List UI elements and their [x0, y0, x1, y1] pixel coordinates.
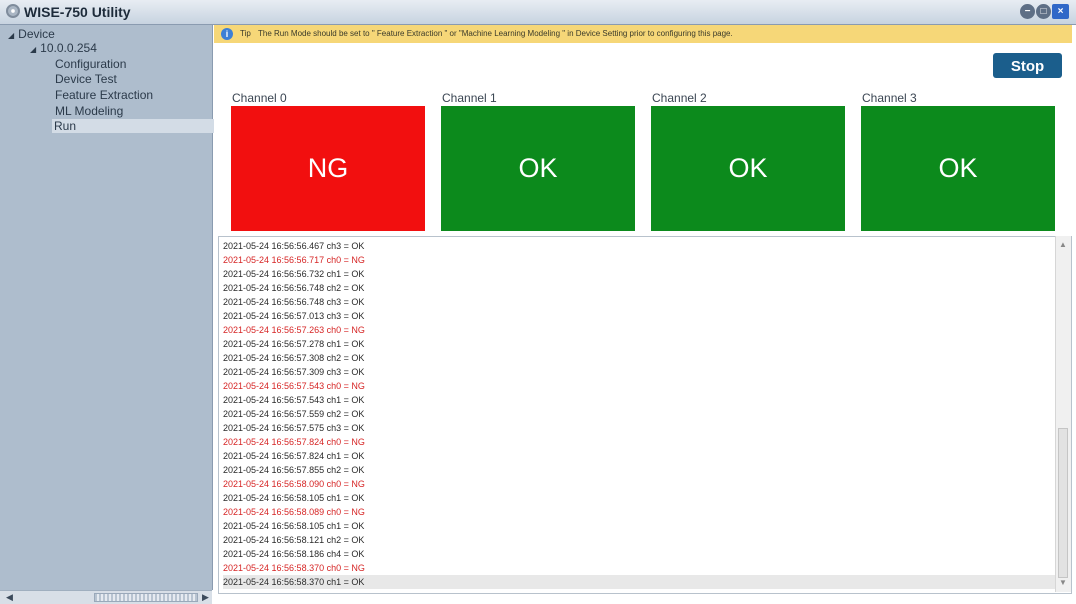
log-line: 2021-05-24 16:56:56.732 ch1 = OK	[223, 269, 365, 279]
log-line: 2021-05-24 16:56:58.370 ch0 = NG	[223, 563, 365, 573]
log-line: 2021-05-24 16:56:58.121 ch2 = OK	[223, 535, 365, 545]
log-line: 2021-05-24 16:56:57.263 ch0 = NG	[223, 325, 365, 335]
scroll-thumb[interactable]	[94, 593, 198, 602]
scroll-down-icon[interactable]: ▼	[1059, 578, 1067, 587]
log-line: 2021-05-24 16:56:57.309 ch3 = OK	[223, 367, 365, 377]
log-line: 2021-05-24 16:56:58.186 ch4 = OK	[223, 549, 365, 559]
expand-triangle-icon[interactable]: ◢	[30, 45, 36, 54]
log-line: 2021-05-24 16:56:58.089 ch0 = NG	[223, 507, 365, 517]
tree-item-device[interactable]: ◢ Device	[8, 27, 55, 41]
window-title: WISE-750 Utility	[24, 4, 131, 20]
stop-button[interactable]: Stop	[993, 53, 1062, 78]
maximize-button[interactable]: □	[1036, 4, 1051, 19]
channel-3-status: OK	[861, 106, 1055, 231]
log-line: 2021-05-24 16:56:57.013 ch3 = OK	[223, 311, 365, 321]
tree-item-configuration[interactable]: Configuration	[55, 57, 126, 71]
log-line: 2021-05-24 16:56:58.090 ch0 = NG	[223, 479, 365, 489]
channel-1-label: Channel 1	[442, 91, 497, 105]
tip-text: The Run Mode should be set to " Feature …	[258, 29, 733, 38]
channel-0-status: NG	[231, 106, 425, 231]
tip-banner: i Tip The Run Mode should be set to " Fe…	[214, 25, 1072, 43]
channel-2-label: Channel 2	[652, 91, 707, 105]
tree-item-device-test[interactable]: Device Test	[55, 72, 117, 86]
app-logo-icon	[6, 4, 20, 18]
device-tree-sidebar: ◢ Device ◢ 10.0.0.254 Configuration Device…	[0, 25, 214, 590]
log-line: 2021-05-24 16:56:57.855 ch2 = OK	[223, 465, 365, 475]
tree-item-ml-modeling[interactable]: ML Modeling	[55, 104, 123, 118]
log-line: 2021-05-24 16:56:57.543 ch0 = NG	[223, 381, 365, 391]
title-bar: WISE-750 Utility − □ ×	[0, 0, 1076, 25]
log-line: 2021-05-24 16:56:57.824 ch0 = NG	[223, 437, 365, 447]
log-line: 2021-05-24 16:56:57.575 ch3 = OK	[223, 423, 365, 433]
log-line: 2021-05-24 16:56:56.748 ch3 = OK	[223, 297, 365, 307]
info-icon: i	[221, 28, 233, 40]
log-line: 2021-05-24 16:56:58.370 ch1 = OK	[223, 575, 1055, 589]
event-log[interactable]: 2021-05-24 16:56:56.467 ch3 = OK 2021-05-…	[218, 236, 1072, 594]
log-line: 2021-05-24 16:56:57.308 ch2 = OK	[223, 353, 365, 363]
channel-0-label: Channel 0	[232, 91, 287, 105]
close-button[interactable]: ×	[1052, 4, 1069, 19]
tree-item-feature-extraction[interactable]: Feature Extraction	[55, 88, 153, 102]
log-line: 2021-05-24 16:56:57.824 ch1 = OK	[223, 451, 365, 461]
scroll-up-icon[interactable]: ▲	[1059, 240, 1067, 249]
log-line: 2021-05-24 16:56:57.543 ch1 = OK	[223, 395, 365, 405]
sidebar-horizontal-scrollbar[interactable]: ◀ ▶	[0, 590, 212, 604]
log-line: 2021-05-24 16:56:58.105 ch1 = OK	[223, 521, 365, 531]
log-line: 2021-05-24 16:56:56.467 ch3 = OK	[223, 241, 365, 251]
log-vertical-scrollbar[interactable]: ▲ ▼	[1055, 236, 1071, 592]
log-line: 2021-05-24 16:56:56.717 ch0 = NG	[223, 255, 365, 265]
tree-item-ip[interactable]: ◢ 10.0.0.254	[30, 41, 97, 55]
channel-2-status: OK	[651, 106, 845, 231]
log-line: 2021-05-24 16:56:56.748 ch2 = OK	[223, 283, 365, 293]
channel-1-status: OK	[441, 106, 635, 231]
channel-3-label: Channel 3	[862, 91, 917, 105]
log-line: 2021-05-24 16:56:57.559 ch2 = OK	[223, 409, 365, 419]
scroll-thumb[interactable]	[1058, 428, 1068, 578]
tree-item-run[interactable]: Run	[52, 119, 214, 133]
scroll-left-icon[interactable]: ◀	[6, 591, 13, 604]
tip-label: Tip	[240, 29, 251, 38]
scroll-right-icon[interactable]: ▶	[202, 591, 209, 604]
log-line: 2021-05-24 16:56:58.105 ch1 = OK	[223, 493, 365, 503]
expand-triangle-icon[interactable]: ◢	[8, 31, 14, 40]
log-line: 2021-05-24 16:56:57.278 ch1 = OK	[223, 339, 365, 349]
minimize-button[interactable]: −	[1020, 4, 1035, 19]
